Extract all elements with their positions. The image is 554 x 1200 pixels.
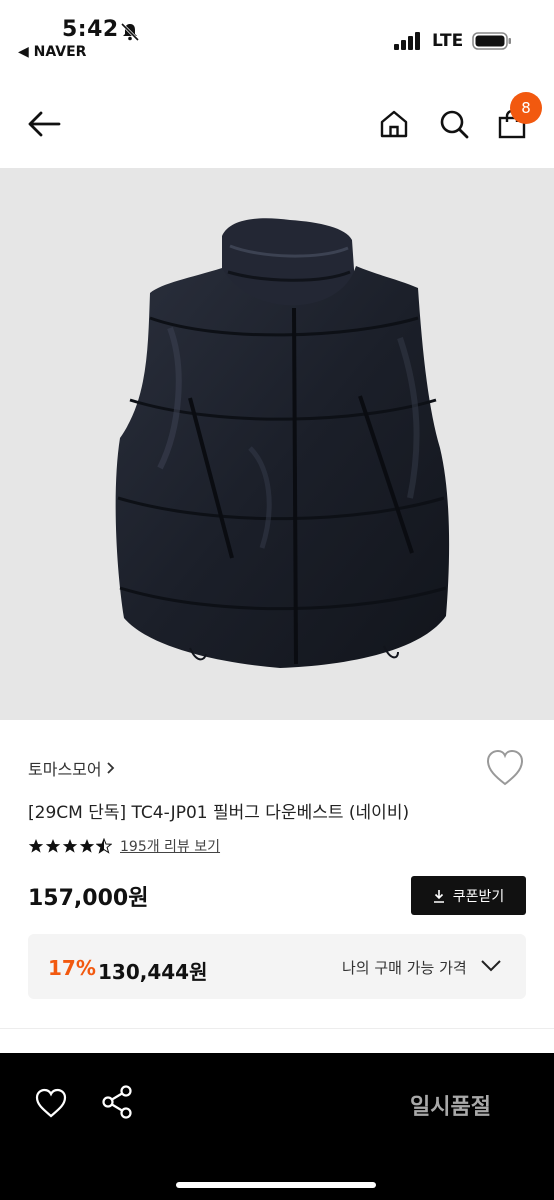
search-icon	[440, 110, 469, 139]
heart-icon	[486, 749, 524, 786]
home-indicator	[176, 1182, 376, 1188]
discount-rate: 17%	[48, 956, 96, 980]
heart-icon	[35, 1088, 67, 1118]
star-rating	[28, 838, 112, 854]
star-icon	[79, 839, 95, 853]
back-button[interactable]	[24, 104, 64, 144]
coupon-label: 쿠폰받기	[452, 888, 505, 905]
brand-link[interactable]: 토마스모어	[28, 756, 116, 780]
download-icon	[433, 889, 444, 903]
chevron-right-icon	[106, 762, 114, 774]
star-icon	[62, 839, 78, 853]
battery-icon	[472, 32, 511, 50]
brand-name: 토마스모어	[28, 760, 102, 779]
back-to-app-link[interactable]: ◀ NAVER	[18, 44, 86, 60]
product-title: [29CM 단독] TC4-JP01 필버그 다운베스트 (네이비)	[28, 803, 410, 823]
cart-count-badge: 8	[510, 92, 542, 124]
status-bar: 5:42 ◀ NAVER LTE	[0, 0, 554, 70]
status-time: 5:42	[62, 17, 119, 42]
network-type: LTE	[432, 31, 464, 51]
search-button[interactable]	[434, 104, 474, 144]
wishlist-button[interactable]	[484, 748, 526, 788]
rating-row: 195개 리뷰 보기	[28, 836, 220, 856]
discount-price: 130,444원	[98, 960, 208, 984]
chevron-down-icon	[481, 960, 501, 972]
top-nav	[0, 80, 554, 168]
home-button[interactable]	[374, 104, 414, 144]
down-vest-photo	[115, 218, 450, 668]
review-link[interactable]: 195개 리뷰 보기	[120, 836, 220, 856]
arrow-left-icon	[28, 111, 61, 137]
product-price: 157,000원	[28, 886, 149, 911]
star-icon	[45, 839, 61, 853]
coupon-button[interactable]: 쿠폰받기	[411, 876, 526, 915]
bottom-wishlist-button[interactable]	[34, 1087, 68, 1119]
discount-label: 나의 구매 가능 가격	[342, 959, 467, 977]
share-icon	[102, 1085, 132, 1119]
sold-out-button[interactable]: 일시품절	[410, 1089, 491, 1121]
share-button[interactable]	[100, 1083, 136, 1121]
product-image[interactable]	[0, 168, 554, 720]
member-price-dropdown[interactable]: 17% 130,444원 나의 구매 가능 가격	[28, 934, 526, 999]
star-half-icon	[96, 838, 112, 854]
star-icon	[28, 839, 44, 853]
section-divider	[0, 1028, 554, 1029]
signal-icon	[394, 32, 420, 50]
bottom-action-bar: 일시품절	[0, 1053, 554, 1200]
bell-muted-icon	[120, 22, 140, 42]
home-icon	[380, 110, 408, 138]
